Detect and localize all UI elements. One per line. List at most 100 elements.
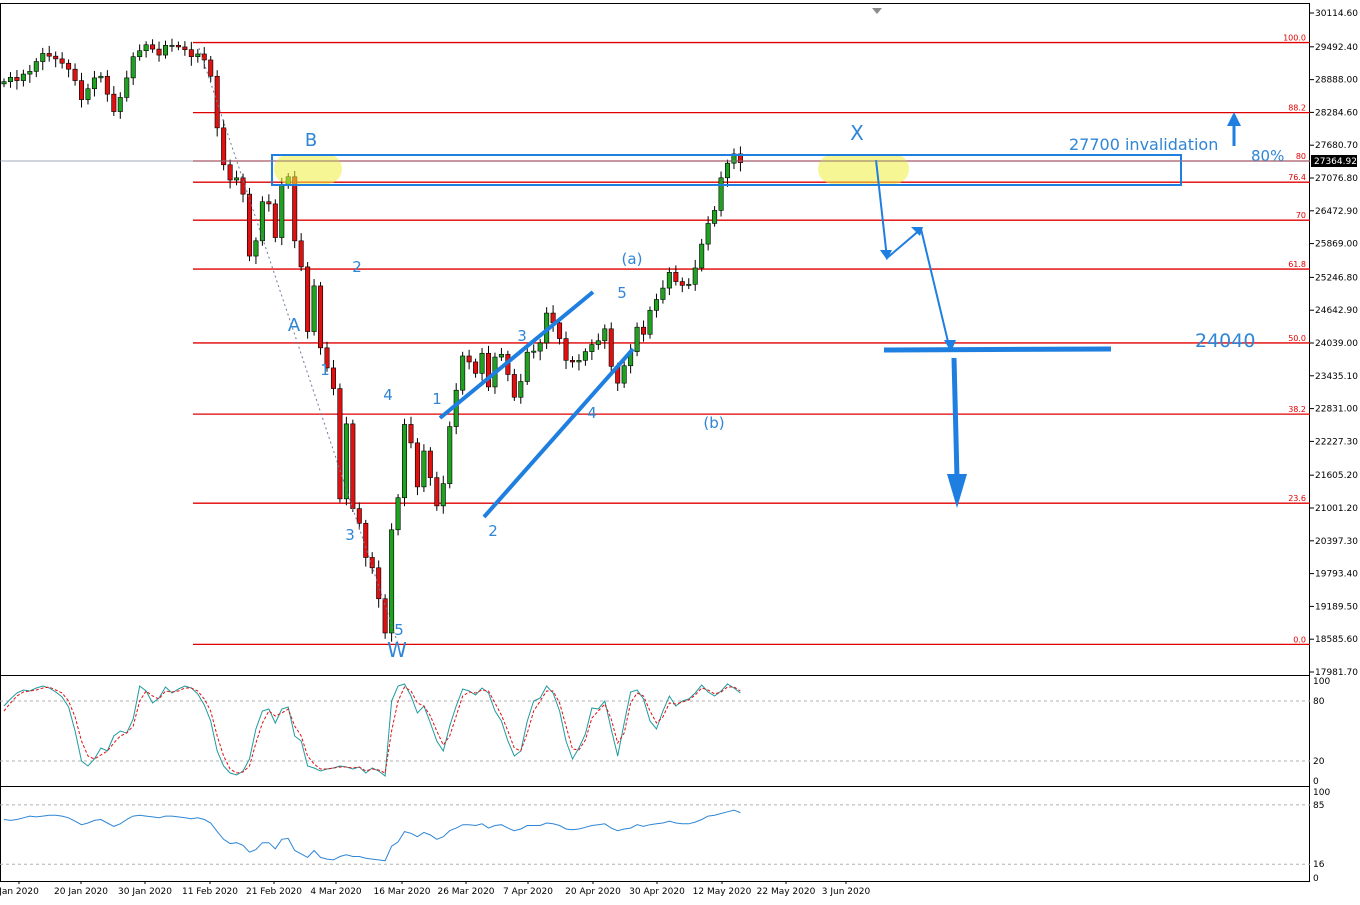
y-tick-label: 19189.50: [1315, 602, 1358, 612]
candle: [337, 388, 343, 500]
candle: [266, 201, 272, 205]
candle: [563, 338, 569, 361]
candle: [447, 426, 453, 484]
candle: [72, 68, 78, 81]
candle: [279, 184, 285, 238]
candle: [137, 50, 143, 58]
candle: [85, 88, 91, 100]
fib-label: 76.4: [1288, 173, 1306, 182]
y-tick-label: 20397.30: [1315, 537, 1358, 547]
wave-label: 4: [587, 404, 597, 422]
rsi-oscillator: 100 85 16 0: [0, 788, 1330, 884]
candlestick-series: [1, 38, 743, 642]
y-tick-label: 17981.70: [1315, 668, 1358, 678]
candle: [143, 44, 149, 52]
candle: [272, 203, 278, 238]
projection-arrowhead-2-icon: [911, 227, 923, 236]
candle: [356, 508, 362, 524]
candle: [117, 97, 123, 112]
candle: [725, 162, 731, 179]
candle: [214, 75, 220, 129]
x-tick-label: 20 Jan 2020: [54, 887, 108, 897]
invalidation-label: 27700 invalidation: [1069, 135, 1218, 154]
y-tick-label: 23435.10: [1315, 372, 1358, 382]
candle: [46, 53, 52, 57]
fib-label: 0.0: [1293, 635, 1306, 644]
y-tick-label: 0: [1313, 777, 1319, 787]
candle: [20, 73, 26, 81]
fib-label: 70: [1296, 211, 1306, 220]
candle: [595, 340, 601, 345]
y-tick-label: 100: [1313, 677, 1330, 687]
x-tick-label: 3 Jun 2020: [822, 887, 871, 897]
candle: [221, 127, 227, 166]
chart-shift-marker-icon[interactable]: [872, 8, 882, 14]
candle: [712, 210, 718, 224]
x-tick-label: 22 May 2020: [757, 887, 816, 897]
target-label: 24040: [1195, 330, 1255, 352]
candle: [608, 328, 614, 367]
candle: [641, 326, 647, 335]
candle: [33, 61, 39, 72]
candle: [169, 44, 175, 47]
candle: [692, 267, 698, 285]
y-tick-label: 28284.60: [1315, 108, 1358, 118]
wave-label: W: [387, 638, 407, 662]
candle: [686, 283, 692, 286]
candle: [156, 48, 162, 56]
candle: [305, 266, 311, 332]
wave-label: 2: [488, 522, 498, 540]
candle: [124, 77, 130, 98]
y-tick-label: 26472.90: [1315, 207, 1358, 217]
y-tick-label: 25869.00: [1315, 240, 1358, 250]
candle: [298, 240, 304, 268]
oscillator-line: [3, 683, 741, 777]
candle: [408, 424, 414, 444]
candle: [660, 287, 666, 300]
stock-chart: 100.088.28076.47061.850.038.223.60.0 100…: [0, 3, 1358, 897]
candle: [311, 285, 317, 332]
candle: [343, 423, 349, 500]
candle: [104, 75, 110, 95]
y-tick-label: 85: [1313, 801, 1324, 811]
candle: [699, 243, 705, 269]
y-tick-label: 20: [1313, 757, 1325, 767]
y-tick-label: 22831.00: [1315, 405, 1358, 415]
candle: [531, 350, 537, 353]
candle: [389, 529, 395, 634]
candle: [350, 423, 356, 509]
candle: [253, 240, 259, 257]
wave-label: 1: [432, 390, 442, 408]
candle: [130, 56, 136, 79]
wave-label: (b): [703, 414, 724, 432]
x-tick-label: Jan 2020: [0, 887, 39, 897]
target-line-24040: [883, 346, 1112, 353]
wave-label: 5: [394, 621, 404, 639]
percent-label: 80%: [1251, 147, 1284, 165]
candle: [414, 442, 420, 488]
candle: [246, 193, 252, 257]
candle: [150, 44, 156, 50]
wave-label: X: [850, 121, 864, 145]
candle: [718, 177, 724, 211]
candle: [524, 351, 530, 382]
candle: [479, 352, 485, 374]
y-tick-label: 24642.90: [1315, 306, 1358, 316]
stochastic-oscillator: 100 80 20 0: [0, 677, 1330, 787]
x-tick-label: 30 Apr 2020: [629, 887, 685, 897]
candle: [666, 272, 672, 289]
wave-label: 1: [320, 361, 330, 379]
current-price-label: 27364.92: [1314, 157, 1357, 167]
candle: [395, 497, 401, 531]
y-tick-label: 30114.60: [1315, 9, 1358, 19]
x-tick-label: 4 Mar 2020: [310, 887, 362, 897]
candle: [569, 360, 575, 363]
candle: [59, 58, 65, 64]
candle: [318, 285, 324, 349]
candle: [402, 424, 408, 499]
y-tick-label: 25246.80: [1315, 273, 1358, 283]
candle: [511, 374, 517, 398]
x-tick-label: 7 Apr 2020: [503, 887, 553, 897]
y-tick-label: 19793.40: [1315, 570, 1358, 580]
candle: [227, 164, 233, 181]
